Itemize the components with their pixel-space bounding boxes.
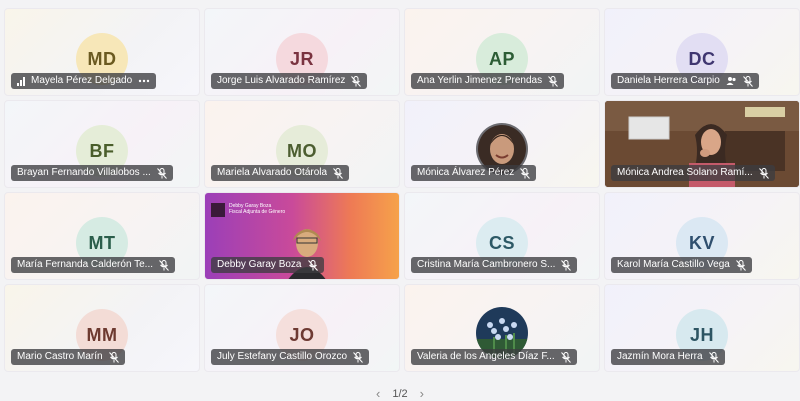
participant-name-bar: Jorge Luis Alvarado Ramírez: [211, 73, 368, 89]
mic-muted-icon: [742, 75, 753, 87]
page-indicator: 1/2: [392, 387, 408, 400]
participant-tile[interactable]: BF Brayan Fernando Villalobos ...: [4, 100, 200, 188]
participant-tile[interactable]: MD Mayela Pérez Delgado: [4, 8, 200, 96]
participant-name-bar: Jazmín Mora Herra: [611, 349, 725, 365]
participant-name-bar: Mayela Pérez Delgado: [11, 73, 157, 89]
participant-tile[interactable]: JO July Estefany Castillo Orozco: [204, 284, 400, 372]
participant-tile[interactable]: Mónica Andrea Solano Ramí...: [604, 100, 800, 188]
participant-name-bar: Ana Yerlin Jimenez Prendas: [411, 73, 565, 89]
mic-muted-icon: [333, 167, 343, 179]
logo-icon: [211, 203, 225, 217]
more-icon[interactable]: [138, 79, 150, 83]
participant-tile[interactable]: MT María Fernanda Calderón Te...: [4, 192, 200, 280]
participant-tile[interactable]: JR Jorge Luis Alvarado Ramírez: [204, 8, 400, 96]
participant-name: Mariela Alvarado Otárola: [217, 167, 328, 178]
participant-tile[interactable]: DC Daniela Herrera Carpio: [604, 8, 800, 96]
participant-tile[interactable]: Valeria de los Angeles Díaz F...: [404, 284, 600, 372]
mic-muted-icon: [108, 351, 119, 363]
participant-name: Daniela Herrera Carpio: [617, 75, 720, 86]
participant-name: Jazmín Mora Herra: [617, 351, 703, 362]
participant-tile[interactable]: MO Mariela Alvarado Otárola: [204, 100, 400, 188]
participant-name-bar: Daniela Herrera Carpio: [611, 73, 759, 89]
participant-name: July Estefany Castillo Orozco: [217, 351, 348, 362]
participant-name-bar: Karol María Castillo Vega: [611, 257, 752, 273]
participant-name-bar: Brayan Fernando Villalobos ...: [11, 165, 173, 181]
next-page-button[interactable]: ›: [420, 386, 424, 401]
banner-title: Fiscal Adjunta de Género: [229, 209, 286, 215]
participant-name-bar: María Fernanda Calderón Te...: [11, 257, 176, 273]
participant-tile[interactable]: CS Cristina María Cambronero S...: [404, 192, 600, 280]
participant-name: María Fernanda Calderón Te...: [17, 259, 154, 270]
mic-muted-icon: [353, 351, 363, 363]
participant-name-bar: Mario Castro Marín: [11, 349, 125, 365]
participant-name-bar: July Estefany Castillo Orozco: [211, 349, 370, 365]
people-icon: [726, 76, 737, 86]
participant-name: Mayela Pérez Delgado: [31, 75, 133, 86]
mic-muted-icon: [156, 167, 167, 179]
mic-muted-icon: [351, 75, 362, 87]
participant-name-bar: Mónica Andrea Solano Ramí...: [611, 165, 775, 181]
mic-muted-icon: [735, 259, 746, 271]
participant-name: Mónica Andrea Solano Ramí...: [617, 167, 753, 178]
participant-name-bar: Mariela Alvarado Otárola: [211, 165, 350, 181]
participant-tile[interactable]: MM Mario Castro Marín: [4, 284, 200, 372]
participant-name: Debby Garay Boza: [217, 259, 302, 270]
participant-tile[interactable]: Debby Garay Boza Fiscal Adjunta de Género…: [204, 192, 400, 280]
mic-muted-icon: [548, 75, 558, 87]
participant-name: Mario Castro Marín: [17, 351, 103, 362]
signal-icon: [17, 76, 25, 86]
participant-name-bar: Mónica Álvarez Pérez: [411, 165, 537, 181]
participant-name: Brayan Fernando Villalobos ...: [17, 167, 151, 178]
participant-tile[interactable]: JH Jazmín Mora Herra: [604, 284, 800, 372]
participant-name-bar: Valeria de los Angeles Díaz F...: [411, 349, 577, 365]
participant-tile[interactable]: KV Karol María Castillo Vega: [604, 192, 800, 280]
prev-page-button[interactable]: ‹: [376, 386, 380, 401]
participant-name: Cristina María Cambronero S...: [417, 259, 556, 270]
participant-tile[interactable]: AP Ana Yerlin Jimenez Prendas: [404, 8, 600, 96]
participant-tile[interactable]: Mónica Álvarez Pérez: [404, 100, 600, 188]
participant-name: Mónica Álvarez Pérez: [417, 167, 515, 178]
mic-muted-icon: [520, 167, 531, 179]
participant-grid: MD Mayela Pérez Delgado JR Jorge Luis Alvar…: [4, 8, 800, 372]
pagination: ‹ 1/2 ›: [376, 386, 424, 401]
mic-muted-icon: [708, 351, 719, 363]
mic-muted-icon: [758, 167, 769, 179]
participant-name-bar: Cristina María Cambronero S...: [411, 257, 578, 273]
participant-name: Valeria de los Angeles Díaz F...: [417, 351, 555, 362]
mic-muted-icon: [560, 351, 571, 363]
participant-name: Ana Yerlin Jimenez Prendas: [417, 75, 543, 86]
participant-name: Jorge Luis Alvarado Ramírez: [217, 75, 346, 86]
mic-muted-icon: [307, 259, 318, 271]
participant-name-bar: Debby Garay Boza: [211, 257, 324, 273]
mic-muted-icon: [561, 259, 572, 271]
mic-muted-icon: [159, 259, 169, 271]
participant-name: Karol María Castillo Vega: [617, 259, 730, 270]
video-lower-third: Debby Garay Boza Fiscal Adjunta de Género: [211, 203, 285, 217]
